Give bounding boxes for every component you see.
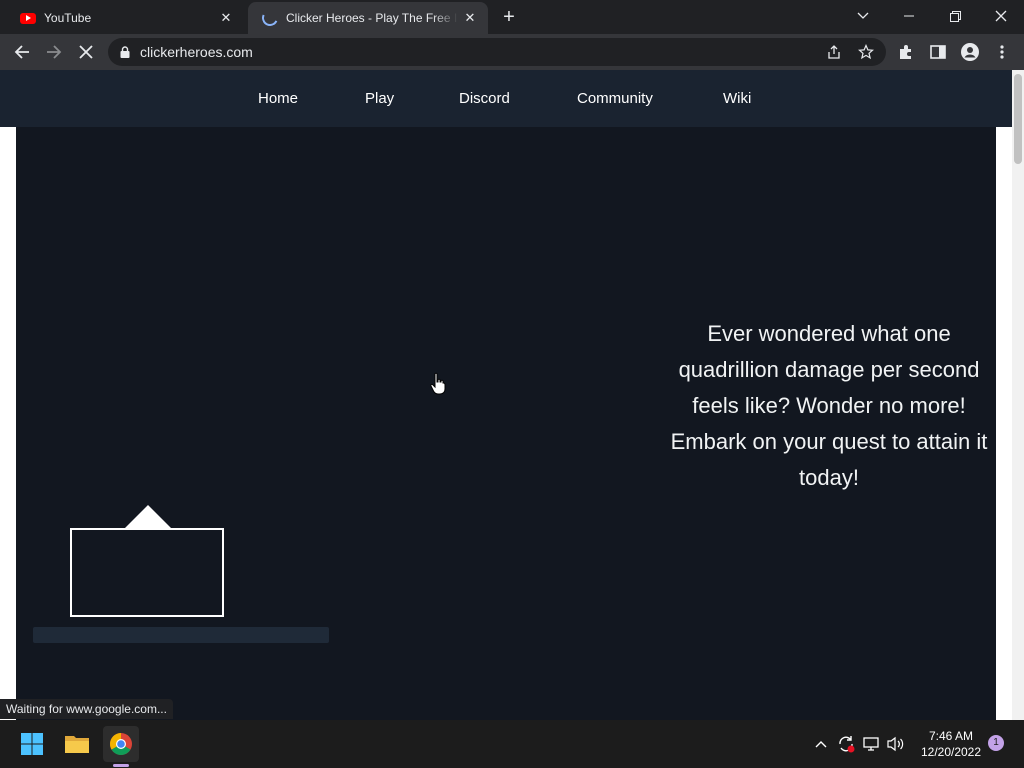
- speech-bubble-pointer: [124, 505, 172, 529]
- close-icon[interactable]: ✕: [214, 10, 238, 26]
- side-panel-icon: [930, 45, 946, 59]
- browser-toolbar: clickerheroes.com: [0, 34, 1024, 70]
- stop-icon: [79, 45, 93, 59]
- restore-button[interactable]: [932, 0, 978, 32]
- loading-spinner-icon: [259, 7, 281, 29]
- address-bar[interactable]: clickerheroes.com: [108, 38, 886, 66]
- tab-clicker-heroes[interactable]: Clicker Heroes - Play The Free Idle Game…: [248, 2, 488, 34]
- network-icon: [863, 737, 879, 751]
- lock-icon: [120, 46, 130, 58]
- url-text: clickerheroes.com: [140, 44, 253, 60]
- taskbar: 7:46 AM 12/20/2022 1: [0, 720, 1024, 768]
- tab-search-button[interactable]: [840, 0, 886, 32]
- nav-wiki-link[interactable]: Wiki: [723, 90, 751, 107]
- show-hidden-icons-button[interactable]: [811, 734, 831, 754]
- clock-time: 7:46 AM: [928, 729, 974, 743]
- new-tab-button[interactable]: +: [498, 6, 520, 28]
- sync-icon: [839, 736, 855, 753]
- puzzle-icon: [900, 45, 911, 59]
- forward-button[interactable]: [40, 38, 68, 66]
- more-vert-icon: [1000, 45, 1004, 59]
- profile-button[interactable]: [956, 38, 984, 66]
- tab-title: YouTube: [44, 11, 92, 25]
- page-viewport: Home Play Discord Community Wiki Ever wo…: [0, 70, 1024, 720]
- clock-date: 12/20/2022: [920, 745, 982, 759]
- speech-bubble-box: [70, 528, 224, 617]
- nav-play-link[interactable]: Play: [365, 90, 394, 107]
- folder-icon: [65, 736, 89, 753]
- youtube-icon: [20, 12, 36, 24]
- close-icon: [995, 10, 1007, 22]
- nav-community-link[interactable]: Community: [577, 90, 653, 107]
- back-arrow-icon: [14, 45, 29, 59]
- forward-arrow-icon: [47, 45, 62, 59]
- windows-logo-icon: [21, 733, 43, 755]
- chrome-taskbar-button[interactable]: [103, 726, 139, 762]
- loading-bar: [33, 627, 329, 643]
- volume-tray-button[interactable]: [886, 734, 906, 754]
- file-explorer-button[interactable]: [59, 726, 95, 762]
- back-button[interactable]: [8, 38, 36, 66]
- scrollbar-thumb[interactable]: [1014, 74, 1022, 164]
- notification-badge[interactable]: 1: [988, 735, 1004, 751]
- minimize-button[interactable]: [886, 0, 932, 32]
- close-window-button[interactable]: [978, 0, 1024, 32]
- share-icon: [828, 45, 840, 59]
- tab-youtube[interactable]: YouTube ✕: [6, 2, 244, 34]
- tab-title: Clicker Heroes - Play The Free Idle Game: [286, 11, 458, 25]
- profile-icon: [961, 43, 979, 61]
- hero-tagline: Ever wondered what one quadrillion damag…: [670, 321, 988, 490]
- network-tray-button[interactable]: [862, 734, 882, 754]
- page-scrollbar[interactable]: [1012, 70, 1024, 720]
- nav-home-link[interactable]: Home: [258, 90, 298, 107]
- nav-discord-link[interactable]: Discord: [459, 90, 510, 107]
- tab-strip: YouTube ✕ Clicker Heroes - Play The Free…: [0, 0, 1024, 34]
- site-nav: Home Play Discord Community Wiki: [0, 70, 1012, 127]
- menu-button[interactable]: [988, 38, 1016, 66]
- active-app-indicator: [113, 764, 129, 767]
- hand-cursor-icon: [430, 372, 446, 395]
- taskbar-clock[interactable]: 7:46 AM 12/20/2022: [916, 728, 986, 760]
- minimize-icon: [904, 15, 914, 17]
- update-tray-button[interactable]: [836, 734, 856, 754]
- extensions-button[interactable]: [892, 38, 920, 66]
- bookmark-star-icon: [858, 44, 874, 60]
- chevron-up-icon: [815, 741, 827, 748]
- chevron-down-icon: [857, 12, 869, 19]
- status-bubble: Waiting for www.google.com...: [0, 699, 173, 719]
- chrome-icon: [110, 733, 132, 755]
- close-icon[interactable]: ✕: [458, 10, 482, 26]
- speaker-icon: [887, 736, 904, 752]
- restore-icon: [949, 10, 961, 22]
- stop-loading-button[interactable]: [72, 38, 100, 66]
- start-button[interactable]: [14, 726, 50, 762]
- side-panel-button[interactable]: [924, 38, 952, 66]
